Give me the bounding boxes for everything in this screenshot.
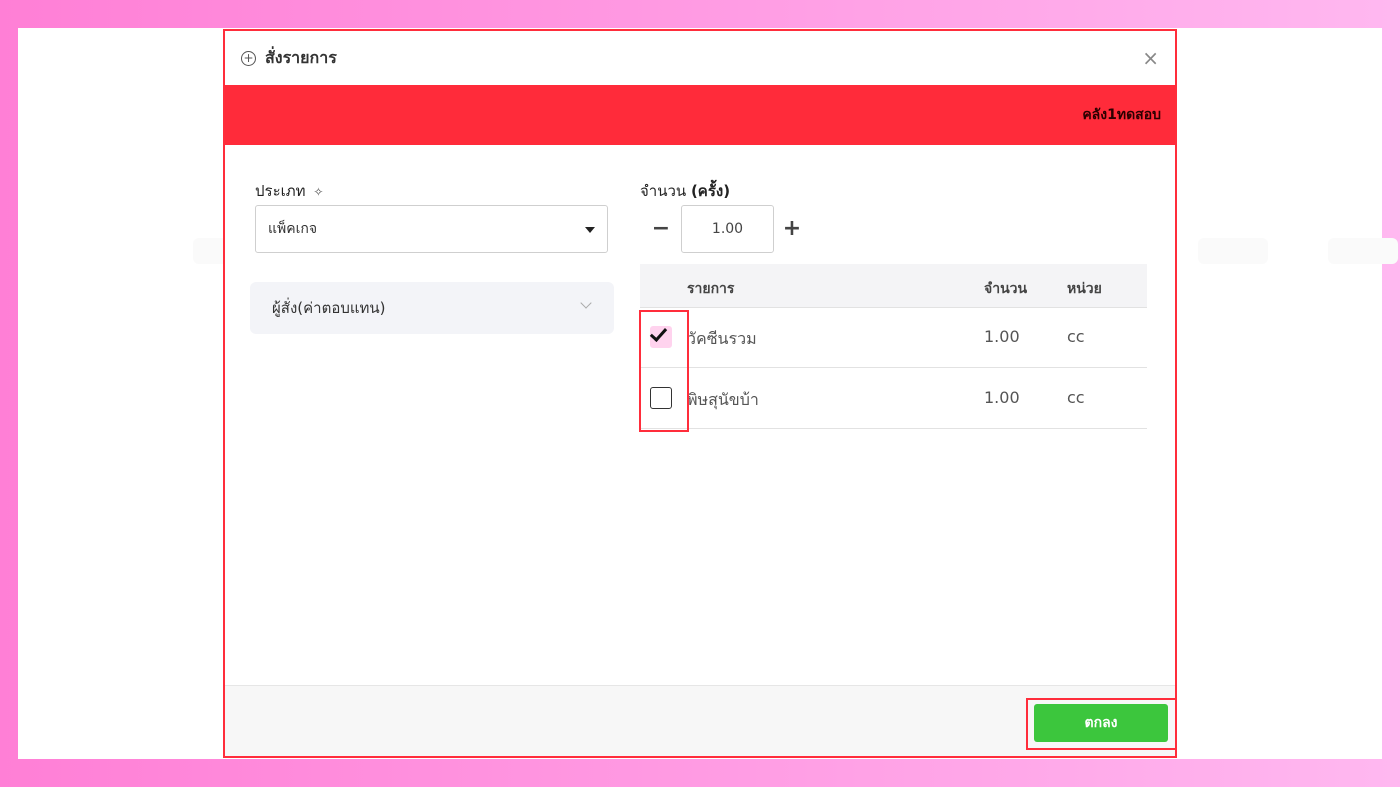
ok-button[interactable]: ตกลง	[1034, 704, 1168, 742]
order-modal: + สั่งรายการ × คลัง1ทดสอบ ประเภท ✧ แพ็คเ…	[223, 29, 1177, 758]
decrement-button[interactable]: −	[651, 217, 671, 241]
modal-title: สั่งรายการ	[265, 47, 337, 67]
orderer-accordion[interactable]: ผู้สั่ง(ค่าตอบแทน)	[250, 282, 614, 334]
type-select[interactable]: แพ็คเกจ	[255, 205, 608, 253]
close-button[interactable]: ×	[1142, 46, 1159, 70]
quantity-label-suffix: (ครั้ง)	[690, 182, 731, 200]
type-label: ประเภท ✧	[255, 179, 323, 203]
increment-button[interactable]: +	[782, 217, 802, 241]
row-name: พิษสุนัขบ้า	[687, 390, 759, 409]
sparkle-icon: ✧	[313, 185, 324, 199]
warehouse-bar: คลัง1ทดสอบ	[225, 85, 1175, 145]
modal-header: + สั่งรายการ ×	[225, 31, 1175, 85]
warehouse-name: คลัง1ทดสอบ	[1082, 107, 1161, 123]
quantity-label: จำนวน (ครั้ง)	[640, 179, 730, 203]
header-quantity: จำนวน	[984, 281, 1028, 297]
row-name: วัคซีนรวม	[687, 329, 757, 348]
header-name: รายการ	[687, 281, 735, 297]
type-select-value: แพ็คเกจ	[268, 221, 318, 237]
background-placeholder	[1328, 238, 1398, 264]
quantity-label-text: จำนวน	[640, 182, 687, 200]
row-quantity: 1.00	[984, 327, 1020, 346]
chevron-down-icon	[580, 297, 592, 309]
checkbox-highlight	[639, 310, 689, 432]
type-label-text: ประเภท	[255, 182, 306, 200]
table-row[interactable]: พิษสุนัขบ้า 1.00 cc	[640, 369, 1147, 429]
table-header: รายการ จำนวน หน่วย	[640, 264, 1147, 308]
header-unit: หน่วย	[1067, 281, 1102, 297]
table-row[interactable]: วัคซีนรวม 1.00 cc	[640, 308, 1147, 368]
orderer-label: ผู้สั่ง(ค่าตอบแทน)	[272, 299, 386, 317]
modal-footer: ตกลง	[225, 685, 1177, 756]
plus-circle-icon: +	[241, 50, 256, 66]
row-unit: cc	[1067, 388, 1085, 407]
caret-down-icon	[585, 227, 595, 233]
background-placeholder	[1198, 238, 1268, 264]
row-quantity: 1.00	[984, 388, 1020, 407]
row-unit: cc	[1067, 327, 1085, 346]
quantity-input[interactable]	[681, 205, 774, 253]
